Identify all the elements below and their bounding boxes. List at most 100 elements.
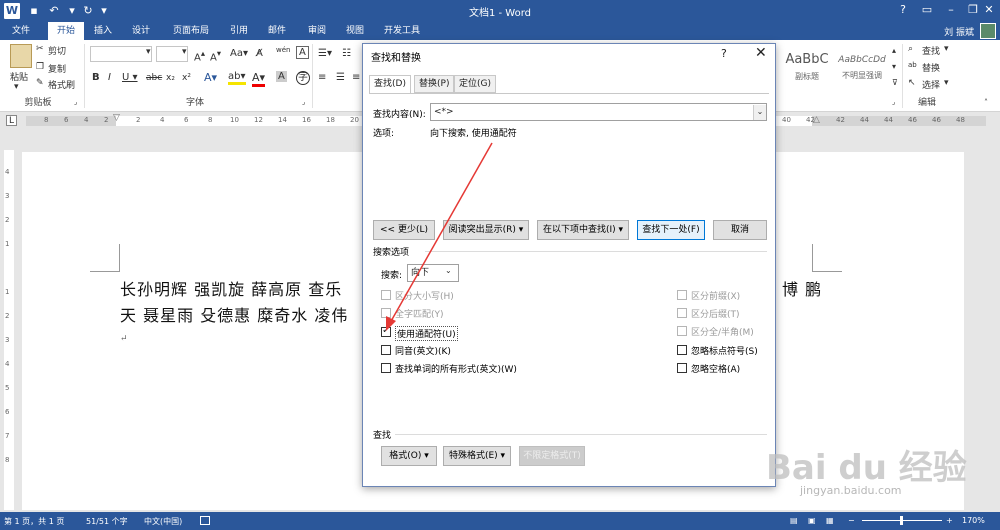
ignore-punctuation-checkbox[interactable] bbox=[677, 345, 687, 355]
tab-selector-icon[interactable]: L bbox=[6, 115, 17, 126]
font-color-icon[interactable]: A▾ bbox=[252, 71, 266, 87]
align-left-icon[interactable]: ≡ bbox=[318, 72, 326, 83]
char-shading-icon[interactable]: A bbox=[276, 71, 287, 82]
underline-icon[interactable]: U ▾ bbox=[122, 72, 138, 83]
customize-qat-icon[interactable]: ▾ bbox=[96, 3, 112, 19]
tab-view[interactable]: 视图 bbox=[340, 22, 370, 40]
use-wildcards-checkbox[interactable]: ✓ bbox=[381, 325, 391, 337]
style-subtle-emphasis[interactable]: AaBbCcDd 不明显强调 bbox=[834, 50, 890, 90]
redo-icon[interactable]: ↻ bbox=[80, 3, 96, 19]
page-count[interactable]: 第 1 页，共 1 页 bbox=[4, 516, 64, 527]
dialog-close-button[interactable]: ✕ bbox=[755, 45, 767, 61]
numbering-icon[interactable]: ☷ bbox=[342, 48, 351, 59]
web-layout-icon[interactable]: ▦ bbox=[826, 516, 834, 525]
copy-button[interactable]: 复制 bbox=[48, 62, 66, 75]
tab-goto[interactable]: 定位(G) bbox=[454, 75, 496, 93]
tab-design[interactable]: 设计 bbox=[126, 22, 156, 40]
undo-icon[interactable]: ↶ bbox=[46, 3, 62, 19]
tab-replace[interactable]: 替换(P) bbox=[414, 75, 455, 93]
search-direction-dropdown-icon[interactable]: ⌄ bbox=[445, 266, 452, 275]
tab-references[interactable]: 引用 bbox=[224, 22, 254, 40]
language-indicator[interactable]: 中文(中国) bbox=[144, 516, 182, 527]
enclose-char-icon[interactable]: A bbox=[296, 46, 309, 59]
match-case-checkbox[interactable] bbox=[381, 290, 391, 300]
format-button[interactable]: 格式(O) ▾ bbox=[381, 446, 437, 466]
paste-button[interactable]: 粘贴 bbox=[10, 70, 28, 83]
bold-icon[interactable]: B bbox=[92, 72, 100, 83]
bullets-icon[interactable]: ☰▾ bbox=[318, 48, 332, 59]
change-case-icon[interactable]: Aa▾ bbox=[230, 48, 248, 59]
format-painter-button[interactable]: 格式刷 bbox=[48, 78, 75, 91]
strikethrough-icon[interactable]: abc bbox=[146, 73, 162, 83]
enclose-char2-icon[interactable]: 字 bbox=[296, 71, 310, 85]
superscript-icon[interactable]: x² bbox=[182, 73, 191, 83]
document-line-1[interactable]: 长孙明辉 强凯旋 薛高原 查乐 bbox=[120, 276, 342, 300]
collapse-ribbon-icon[interactable]: ˄ bbox=[984, 98, 988, 107]
style-subtitle[interactable]: AaBbC 副标题 bbox=[780, 50, 834, 90]
shrink-font-icon[interactable]: A▾ bbox=[210, 48, 221, 63]
match-width-checkbox[interactable] bbox=[677, 326, 687, 336]
font-name-dropdown-icon[interactable]: ▾ bbox=[146, 47, 151, 57]
font-size-dropdown-icon[interactable]: ▾ bbox=[182, 47, 187, 57]
user-name[interactable]: 刘 振斌 bbox=[944, 25, 974, 38]
find-icon[interactable]: ⌕ bbox=[908, 44, 913, 54]
save-icon[interactable]: ▪ bbox=[26, 3, 42, 19]
find-dropdown-icon[interactable]: ▾ bbox=[944, 44, 949, 54]
highlight-icon[interactable]: ab▾ bbox=[228, 71, 246, 85]
avatar[interactable] bbox=[980, 23, 996, 39]
word-count[interactable]: 51/51 个字 bbox=[86, 516, 128, 527]
zoom-slider-thumb[interactable] bbox=[900, 516, 903, 525]
ignore-spaces-checkbox[interactable] bbox=[677, 363, 687, 373]
find-in-button[interactable]: 在以下项中查找(I) ▾ bbox=[537, 220, 629, 240]
find-next-button[interactable]: 查找下一处(F) bbox=[637, 220, 705, 240]
no-formatting-button[interactable]: 不限定格式(T) bbox=[519, 446, 585, 466]
grow-font-icon[interactable]: A▴ bbox=[194, 48, 205, 63]
close-window-button[interactable]: ✕ bbox=[978, 0, 1000, 22]
paste-icon[interactable] bbox=[10, 44, 32, 68]
select-dropdown-icon[interactable]: ▾ bbox=[944, 78, 949, 88]
cut-button[interactable]: 剪切 bbox=[48, 44, 66, 57]
zoom-level[interactable]: 170% bbox=[962, 516, 985, 525]
find-history-dropdown-icon[interactable]: ⌄ bbox=[753, 105, 766, 120]
macro-record-icon[interactable] bbox=[200, 516, 210, 525]
whole-word-checkbox[interactable] bbox=[381, 308, 391, 318]
document-line-2[interactable]: 天 聂星雨 殳德惠 糜奇水 凌伟 bbox=[120, 302, 348, 326]
tab-review[interactable]: 审阅 bbox=[302, 22, 332, 40]
replace-icon[interactable]: ab bbox=[908, 61, 917, 69]
font-name-select[interactable] bbox=[90, 46, 152, 62]
replace-button[interactable]: 替换 bbox=[922, 61, 940, 74]
cut-icon[interactable]: ✂ bbox=[36, 44, 44, 54]
format-painter-icon[interactable]: ✎ bbox=[36, 78, 44, 88]
vertical-ruler[interactable]: 4 3 2 1 1 2 3 4 5 6 7 8 bbox=[4, 150, 14, 510]
phonetic-guide-icon[interactable]: wén bbox=[276, 46, 290, 54]
italic-icon[interactable]: I bbox=[108, 72, 111, 83]
document-line-1-tail[interactable]: 博 鹏 bbox=[782, 276, 822, 300]
styles-more-icon[interactable]: ⊽ bbox=[892, 78, 898, 87]
find-button[interactable]: 查找 bbox=[922, 44, 940, 57]
find-what-input[interactable]: <*> bbox=[430, 103, 767, 121]
match-prefix-checkbox[interactable] bbox=[677, 290, 687, 300]
first-line-indent-icon[interactable]: ▽ bbox=[113, 113, 120, 123]
read-mode-icon[interactable]: ▤ bbox=[790, 516, 798, 525]
zoom-out-icon[interactable]: − bbox=[848, 516, 855, 525]
special-button[interactable]: 特殊格式(E) ▾ bbox=[443, 446, 511, 466]
align-center-icon[interactable]: ☰ bbox=[336, 72, 345, 83]
reading-highlight-button[interactable]: 阅读突出显示(R) ▾ bbox=[443, 220, 529, 240]
print-layout-icon[interactable]: ▣ bbox=[808, 516, 816, 525]
select-button[interactable]: 选择 bbox=[922, 78, 940, 91]
right-indent-icon[interactable]: △ bbox=[813, 115, 820, 125]
dialog-help-button[interactable]: ? bbox=[721, 47, 727, 60]
zoom-in-icon[interactable]: + bbox=[946, 516, 953, 525]
clipboard-launcher-icon[interactable]: ⌟ bbox=[74, 98, 77, 106]
styles-launcher-icon[interactable]: ⌟ bbox=[892, 98, 895, 106]
font-launcher-icon[interactable]: ⌟ bbox=[302, 98, 305, 106]
styles-scroll-up-icon[interactable]: ▴ bbox=[892, 46, 896, 55]
clear-formatting-icon[interactable]: A̸ bbox=[256, 48, 263, 59]
tab-file[interactable]: 文件 bbox=[0, 22, 42, 40]
styles-scroll-down-icon[interactable]: ▾ bbox=[892, 62, 896, 71]
tab-insert[interactable]: 插入 bbox=[88, 22, 118, 40]
copy-icon[interactable]: ❐ bbox=[36, 62, 44, 72]
align-right-icon[interactable]: ≡ bbox=[352, 72, 360, 83]
less-button[interactable]: << 更少(L) bbox=[373, 220, 435, 240]
tab-home[interactable]: 开始 bbox=[48, 22, 84, 40]
